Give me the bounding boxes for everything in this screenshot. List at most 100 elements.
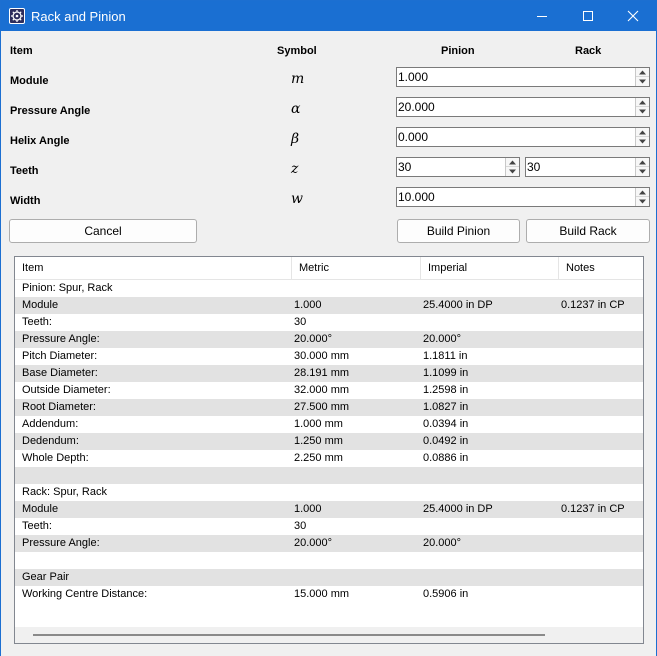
table-cell: 1.0827 in [423,401,469,413]
table-row[interactable] [15,552,643,569]
table-cell: Pressure Angle: [22,537,100,549]
header-symbol: Symbol [277,45,317,57]
table-row[interactable]: Pressure Angle: 20.000° 20.000° [15,535,643,552]
module-label: Module [10,75,49,87]
table-cell: Pitch Diameter: [22,350,98,362]
table-cell: Rack: Spur, Rack [22,486,107,498]
table-cell: 1.000 [294,299,322,311]
column-header-item[interactable]: Item [15,257,292,280]
pressure-angle-input[interactable] [397,98,635,116]
rack-teeth-decrement-button[interactable] [636,167,649,176]
pinion-teeth-spinbox[interactable] [396,157,520,177]
column-header-notes[interactable]: Notes [559,257,643,280]
width-symbol: w [291,191,303,207]
width-decrement-button[interactable] [636,197,649,206]
arrow-down-icon [639,199,646,204]
close-button[interactable] [610,1,656,31]
column-header-imperial[interactable]: Imperial [421,257,559,280]
arrow-up-icon [639,100,646,105]
table-cell: Pinion: Spur, Rack [22,282,113,294]
width-spinbox[interactable] [396,187,650,207]
dialog-content: Item Symbol Pinion Rack Module m Pressur… [1,31,656,656]
build-rack-button[interactable]: Build Rack [526,219,650,243]
table-cell: 0.0394 in [423,418,469,430]
table-row[interactable]: Teeth: 30 [15,314,643,331]
table-cell: 20.000° [423,537,462,549]
table-cell: 20.000° [423,333,462,345]
table-cell: 0.1237 in CP [561,299,625,311]
close-icon [627,10,639,22]
module-spinbox[interactable] [396,67,650,87]
helix-angle-increment-button[interactable] [636,128,649,137]
table-cell: 0.0886 in [423,452,469,464]
table-cell: Working Centre Distance: [22,588,148,600]
table-row[interactable] [15,467,643,484]
table-cell: 20.000° [294,333,333,345]
table-cell: 0.5906 in [423,588,469,600]
table-row[interactable]: Pitch Diameter: 30.000 mm 1.1811 in [15,348,643,365]
teeth-label: Teeth [10,165,39,177]
table-row[interactable]: Pinion: Spur, Rack [15,280,643,297]
table-row[interactable]: Gear Pair [15,569,643,586]
rack-teeth-input[interactable] [526,158,635,176]
table-row[interactable]: Module 1.000 25.4000 in DP 0.1237 in CP [15,501,643,518]
rack-teeth-increment-button[interactable] [636,158,649,167]
table-body: Pinion: Spur, Rack Module 1.000 25.4000 in … [15,280,643,603]
table-cell: Teeth: [22,316,52,328]
cancel-button[interactable]: Cancel [9,219,197,243]
table-row[interactable]: Rack: Spur, Rack [15,484,643,501]
pressure-angle-increment-button[interactable] [636,98,649,107]
table-row[interactable]: Whole Depth: 2.250 mm 0.0886 in [15,450,643,467]
maximize-button[interactable] [565,1,611,31]
arrow-down-icon [639,109,646,114]
helix-angle-spinbox[interactable] [396,127,650,147]
helix-angle-label: Helix Angle [10,135,70,147]
window-title: Rack and Pinion [31,9,126,24]
table-cell: 1.1099 in [423,367,469,379]
table-cell: Gear Pair [22,571,70,583]
module-decrement-button[interactable] [636,77,649,86]
build-pinion-button[interactable]: Build Pinion [397,219,520,243]
helix-angle-decrement-button[interactable] [636,137,649,146]
pinion-teeth-input[interactable] [397,158,505,176]
table-row[interactable]: Root Diameter: 27.500 mm 1.0827 in [15,399,643,416]
scrollbar-thumb[interactable] [33,634,545,636]
module-increment-button[interactable] [636,68,649,77]
pressure-angle-symbol: α [291,101,301,117]
table-row[interactable]: Teeth: 30 [15,518,643,535]
table-row[interactable]: Base Diameter: 28.191 mm 1.1099 in [15,365,643,382]
table-row[interactable]: Working Centre Distance: 15.000 mm 0.5906 … [15,586,643,603]
table-cell: Whole Depth: [22,452,89,464]
rack-teeth-spinbox[interactable] [525,157,650,177]
pressure-angle-decrement-button[interactable] [636,107,649,116]
pinion-teeth-decrement-button[interactable] [506,167,519,176]
table-row[interactable]: Addendum: 1.000 mm 0.0394 in [15,416,643,433]
table-cell: 20.000° [294,537,333,549]
header-pinion: Pinion [441,45,475,57]
helix-angle-symbol: β [291,131,300,147]
table-cell: 0.0492 in [423,435,469,447]
pinion-teeth-increment-button[interactable] [506,158,519,167]
column-header-metric[interactable]: Metric [292,257,421,280]
arrow-down-icon [509,169,516,174]
helix-angle-input[interactable] [397,128,635,146]
horizontal-scrollbar[interactable] [15,627,643,643]
minimize-button[interactable] [519,1,565,31]
module-input[interactable] [397,68,635,86]
table-row[interactable]: Pressure Angle: 20.000° 20.000° [15,331,643,348]
width-increment-button[interactable] [636,188,649,197]
table-header: Item Metric Imperial Notes [15,257,643,280]
width-input[interactable] [397,188,635,206]
table-cell: 28.191 mm [294,367,350,379]
table-row[interactable]: Outside Diameter: 32.000 mm 1.2598 in [15,382,643,399]
table-row[interactable]: Dedendum: 1.250 mm 0.0492 in [15,433,643,450]
header-item: Item [10,45,33,57]
arrow-down-icon [639,169,646,174]
gear-app-icon [9,8,25,24]
pressure-angle-spinbox[interactable] [396,97,650,117]
table-cell: 1.250 mm [294,435,343,447]
title-bar[interactable]: Rack and Pinion [1,1,656,31]
table-row[interactable]: Module 1.000 25.4000 in DP 0.1237 in CP [15,297,643,314]
table-cell: 30 [294,520,307,532]
results-table[interactable]: Item Metric Imperial Notes Pinion: Spur,… [14,256,644,644]
